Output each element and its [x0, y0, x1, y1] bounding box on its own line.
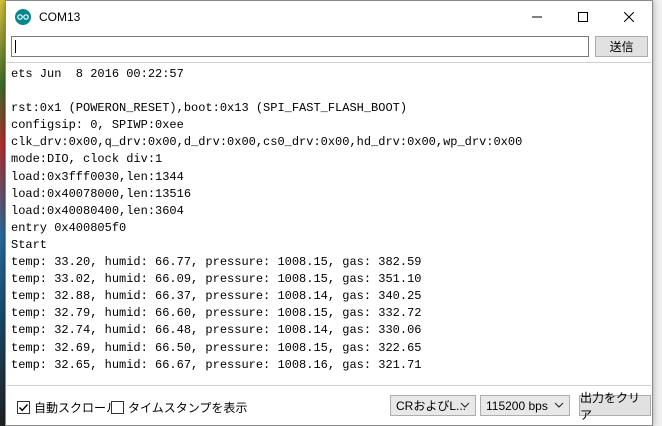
output-line: mode:DIO, clock div:1	[11, 152, 163, 167]
chevron-down-icon	[460, 402, 470, 408]
autoscroll-label: 自動スクロール	[34, 401, 119, 415]
maximize-button[interactable]	[560, 1, 606, 32]
output-line: clk_drv:0x00,q_drv:0x00,d_drv:0x00,cs0_d…	[11, 135, 523, 150]
arduino-icon	[15, 8, 31, 25]
timestamp-checkbox[interactable]: タイムスタンプを表示	[111, 399, 247, 416]
output-line: temp: 32.79, humid: 66.60, pressure: 100…	[11, 306, 422, 321]
window-title: COM13	[39, 9, 81, 24]
autoscroll-checkbox-box[interactable]	[17, 401, 30, 414]
output-line: Start	[11, 237, 48, 252]
output-line: temp: 32.69, humid: 66.50, pressure: 100…	[11, 340, 422, 355]
output-line: temp: 32.88, humid: 66.37, pressure: 100…	[11, 289, 422, 304]
timestamp-label: タイムスタンプを表示	[128, 401, 248, 415]
desktop-background-right	[652, 0, 662, 426]
close-icon	[624, 11, 634, 22]
timestamp-checkbox-box[interactable]	[111, 401, 124, 414]
checkmark-icon	[18, 404, 29, 412]
status-bar: 自動スクロール タイムスタンプを表示 CRおよびL... 115200 bps …	[6, 391, 652, 422]
send-input[interactable]	[11, 36, 590, 57]
line-ending-select[interactable]: CRおよびL...	[390, 395, 476, 416]
maximize-icon	[578, 11, 588, 22]
output-line: temp: 32.65, humid: 66.67, pressure: 100…	[11, 357, 422, 372]
close-button[interactable]	[606, 1, 652, 32]
output-line: load:0x40078000,len:13516	[11, 186, 192, 201]
text-caret	[15, 40, 16, 53]
serial-output-area[interactable]: ets Jun 8 2016 00:22:57 rst:0x1 (POWERON_…	[7, 62, 651, 386]
minimize-button[interactable]	[514, 1, 560, 32]
line-ending-value: CRおよびL...	[396, 399, 467, 413]
output-line: configsip: 0, SPIWP:0xee	[11, 118, 184, 133]
output-line: load:0x3fff0030,len:1344	[11, 169, 184, 184]
output-line: temp: 33.20, humid: 66.77, pressure: 100…	[11, 255, 422, 270]
output-line: entry 0x400805f0	[11, 220, 127, 235]
minimize-icon	[532, 16, 542, 17]
output-line: load:0x40080400,len:3604	[11, 203, 184, 218]
baud-rate-value: 115200 bps	[486, 398, 548, 413]
send-button[interactable]: 送信	[595, 36, 648, 57]
output-line: rst:0x1 (POWERON_RESET),boot:0x13 (SPI_F…	[11, 101, 408, 116]
serial-output-lines: ets Jun 8 2016 00:22:57 rst:0x1 (POWERON_…	[7, 63, 651, 374]
baud-rate-select[interactable]: 115200 bps	[480, 395, 570, 416]
clear-output-button[interactable]: 出力をクリア	[579, 391, 651, 422]
output-line: ets Jun 8 2016 00:22:57	[11, 67, 184, 81]
autoscroll-checkbox[interactable]: 自動スクロール	[17, 399, 118, 416]
chevron-down-icon	[554, 402, 564, 408]
output-line: temp: 32.74, humid: 66.48, pressure: 100…	[11, 323, 422, 338]
title-bar[interactable]: COM13	[6, 1, 652, 32]
output-line: temp: 33.02, humid: 66.09, pressure: 100…	[11, 272, 422, 287]
serial-monitor-window: COM13 送信 ets Jun 8 2016 00:22:57 rst:0x1 …	[5, 0, 653, 426]
